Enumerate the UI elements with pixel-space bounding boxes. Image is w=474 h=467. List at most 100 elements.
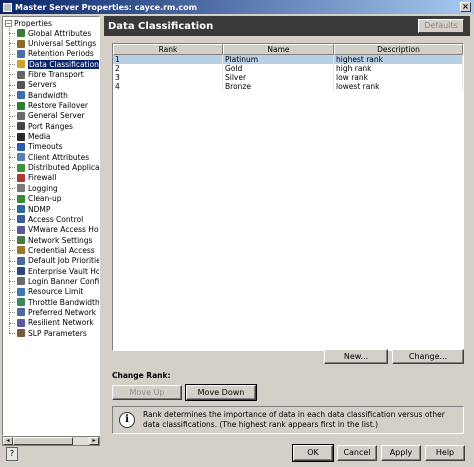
cell-name: Gold [223, 64, 334, 73]
tree-item-label: Enterprise Vault Hosts [28, 266, 100, 276]
cleanup-icon [17, 194, 25, 203]
table-row[interactable]: 4 Bronze lowest rank [113, 82, 463, 91]
tree-item[interactable]: Resilient Network [3, 318, 99, 328]
classification-table[interactable]: Rank Name Description 1 Platinum highest r… [112, 43, 464, 351]
tree-item-label: Client Attributes [28, 152, 90, 162]
tree-item[interactable]: Firewall [3, 173, 99, 183]
settings-icon [17, 39, 25, 48]
media-icon [17, 132, 25, 141]
help-button[interactable]: Help [425, 445, 465, 461]
tree-item[interactable]: Default Job Priorities [3, 256, 99, 266]
column-header-name[interactable]: Name [223, 44, 334, 55]
tree-item-label: Preferred Network [28, 307, 97, 317]
context-help-icon[interactable]: ? [6, 447, 18, 461]
tree-item[interactable]: Resource Limit [3, 287, 99, 297]
cell-description: lowest rank [334, 82, 463, 91]
tree-item[interactable]: Data Classification [3, 59, 99, 69]
apply-button[interactable]: Apply [381, 445, 421, 461]
tree-item[interactable]: Access Control [3, 214, 99, 224]
table-header: Rank Name Description [113, 44, 463, 55]
new-button[interactable]: New... [324, 349, 388, 364]
defaults-button[interactable]: Defaults [418, 19, 464, 33]
move-up-label: Move Up [129, 388, 165, 397]
collapse-icon[interactable]: − [5, 19, 12, 27]
column-header-rank[interactable]: Rank [113, 44, 223, 55]
table-row[interactable]: 3 Silver low rank [113, 73, 463, 82]
move-down-label: Move Down [197, 388, 245, 397]
cell-description: highest rank [334, 55, 463, 64]
tree-item[interactable]: Restore Failover [3, 100, 99, 110]
window-titlebar: Master Server Properties: cayce.rm.com × [0, 0, 474, 14]
tree-item-label: Media [28, 132, 51, 142]
tree-item-label: VMware Access Hosts [28, 225, 99, 235]
tree-item[interactable]: Login Banner Configu [3, 276, 99, 286]
table-row[interactable]: 2 Gold high rank [113, 64, 463, 73]
tree-item-label: Global Attributes [28, 28, 92, 38]
info-box: i Rank determines the importance of data… [112, 406, 464, 434]
classification-icon [17, 60, 25, 69]
ok-button[interactable]: OK [292, 444, 334, 462]
tree-item-label: Throttle Bandwidth [28, 297, 100, 307]
tree-item-label: Bandwidth [28, 90, 68, 100]
tree-item[interactable]: Timeouts [3, 142, 99, 152]
tree-item-label: NDMP [28, 204, 51, 214]
globe-icon [17, 29, 25, 38]
ndmp-icon [17, 205, 25, 214]
vmware-icon [17, 225, 25, 234]
tree-item[interactable]: Distributed Applicatio [3, 162, 99, 172]
cancel-button[interactable]: Cancel [337, 445, 377, 461]
tree-item[interactable]: Logging [3, 183, 99, 193]
logging-icon [17, 184, 25, 193]
tree-item[interactable]: Network Settings [3, 235, 99, 245]
tree-item[interactable]: Clean-up [3, 194, 99, 204]
tree-item-label: Retention Periods [28, 49, 94, 59]
tree-item[interactable]: Port Ranges [3, 121, 99, 131]
preferred-network-icon [17, 308, 25, 317]
info-text: Rank determines the importance of data i… [143, 410, 445, 429]
panel-header: Data Classification Defaults [104, 16, 470, 36]
ok-label: OK [307, 448, 319, 457]
tree-root[interactable]: − Properties [3, 18, 99, 28]
tree-item[interactable]: Preferred Network [3, 307, 99, 317]
tree-item[interactable]: Global Attributes [3, 28, 99, 38]
tree-item[interactable]: Credential Access [3, 245, 99, 255]
tree-item[interactable]: NDMP [3, 204, 99, 214]
tree-item[interactable]: Retention Periods [3, 49, 99, 59]
move-down-button[interactable]: Move Down [185, 384, 257, 401]
tree-item-label: Logging [28, 183, 58, 193]
tree-item-label: SLP Parameters [28, 328, 87, 338]
banner-icon [17, 277, 25, 286]
properties-tree[interactable]: − Properties Global Attributes Universal … [2, 16, 100, 436]
tree-item[interactable]: Servers [3, 80, 99, 90]
tree-item[interactable]: General Server [3, 111, 99, 121]
app-icon [3, 2, 12, 12]
tree-item-label: Resilient Network [28, 318, 94, 328]
move-up-button[interactable]: Move Up [112, 385, 182, 400]
cell-rank: 3 [113, 73, 223, 82]
tree-item-label: Universal Settings [28, 39, 97, 49]
tree-item[interactable]: VMware Access Hosts [3, 225, 99, 235]
tree-items: Global Attributes Universal Settings Reten… [3, 28, 99, 338]
tree-item[interactable]: SLP Parameters [3, 328, 99, 338]
tree-item[interactable]: Fibre Transport [3, 69, 99, 79]
tree-item-label: Distributed Applicatio [28, 163, 100, 173]
column-header-description[interactable]: Description [334, 44, 463, 55]
tree-item-label: Login Banner Configu [28, 276, 100, 286]
cell-description: high rank [334, 64, 463, 73]
tree-item-label: Resource Limit [28, 287, 84, 297]
close-button[interactable]: × [460, 2, 471, 12]
client-icon [17, 153, 25, 162]
change-button[interactable]: Change... [392, 349, 464, 364]
vault-icon [17, 267, 25, 276]
tree-item-label: Timeouts [28, 142, 63, 152]
tree-item[interactable]: Media [3, 131, 99, 141]
tree-item[interactable]: Throttle Bandwidth [3, 297, 99, 307]
tree-item-label: Default Job Priorities [28, 256, 100, 266]
table-row[interactable]: 1 Platinum highest rank [113, 55, 463, 64]
tree-item-label: Credential Access [28, 245, 95, 255]
tree-item[interactable]: Client Attributes [3, 152, 99, 162]
tree-item[interactable]: Enterprise Vault Hosts [3, 266, 99, 276]
tree-item[interactable]: Bandwidth [3, 90, 99, 100]
tree-item[interactable]: Universal Settings [3, 38, 99, 48]
settings-panel: Data Classification Defaults Rank Name D… [104, 16, 472, 436]
